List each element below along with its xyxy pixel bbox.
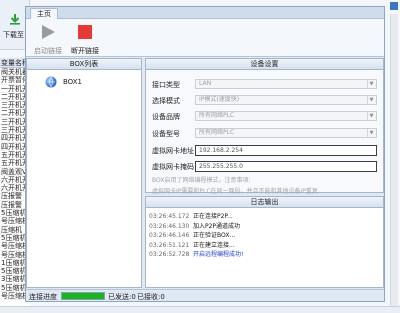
start-connection-label: 启动链接: [34, 47, 62, 55]
download-icon[interactable]: [9, 13, 21, 25]
interface-type-select[interactable]: LAN ▼: [195, 79, 377, 89]
device-settings-header: 设备设置: [146, 59, 383, 70]
device-brand-value: 所有网络PLC: [199, 112, 235, 119]
virtual-nic-mask-input[interactable]: 255.255.255.0: [195, 161, 377, 172]
device-brand-label: 设备品牌: [152, 113, 180, 121]
log-timestamp: 03:26:51.121: [149, 241, 190, 249]
box-item-label: BOX1: [63, 78, 82, 86]
chevron-down-icon: ▼: [367, 112, 375, 120]
sent-count: 已发送:0: [108, 293, 136, 301]
select-mode-select[interactable]: IP模式(速度快) ▼: [195, 95, 377, 105]
device-brand-select[interactable]: 所有网络PLC ▼: [195, 111, 377, 121]
start-connection-button[interactable]: 启动链接: [32, 22, 64, 55]
received-count: 已接收:0: [137, 293, 165, 301]
box-list-panel: BOX列表 BOX1: [26, 58, 142, 288]
connection-progress-fill: [62, 293, 104, 299]
log-message: 正在连接P2P...: [193, 213, 233, 220]
virtual-nic-address-input[interactable]: 192.168.2.254: [195, 145, 377, 156]
globe-icon: [45, 76, 57, 88]
connection-progress-bar: [61, 292, 105, 300]
log-message: 正在验证BOX...: [193, 232, 236, 239]
tab-strip: 主页: [26, 7, 384, 19]
interface-type-label: 接口类型: [152, 81, 180, 89]
stop-icon: [78, 25, 92, 39]
device-model-label: 设备型号: [152, 130, 180, 138]
log-timestamp: 03:26:46.130: [149, 222, 190, 230]
log-timestamp: 03:26:45.172: [149, 213, 190, 220]
log-message: 开启远程编程成功!: [193, 251, 244, 258]
status-bar: 连接进度 已发送:0 已接收:0: [26, 289, 384, 301]
log-timestamp: 03:26:46.146: [149, 232, 190, 239]
stop-connection-label: 断开链接: [71, 47, 99, 55]
virtual-nic-address-label: 虚拟网卡地址: [152, 147, 194, 155]
stop-connection-button[interactable]: 断开链接: [67, 22, 103, 55]
select-mode-value: IP模式(速度快): [199, 96, 240, 103]
log-entry: 03:26:46.130 加入P2P通道成功: [149, 222, 243, 232]
virtual-nic-mask-label: 虚拟网卡掩码: [152, 163, 194, 171]
log-entry: 03:26:52.728 开启远程编程成功!: [149, 250, 243, 260]
log-entry: 03:26:45.172 正在连接P2P...: [149, 212, 243, 222]
log-lines: 03:26:45.172 正在连接P2P... 03:26:46.130 加入P2P通…: [149, 212, 243, 260]
log-timestamp: 03:26:52.728: [149, 251, 190, 258]
device-settings-panel: 设备设置 接口类型 LAN ▼ 选择模式 IP模式(速度快) ▼ 设备品牌 所有…: [145, 58, 384, 195]
box-list-header: BOX列表: [27, 59, 141, 70]
device-model-value: 所有网络PLC: [199, 129, 235, 136]
log-entry: 03:26:46.146 正在验证BOX...: [149, 231, 243, 241]
bg-scrollbar[interactable]: [390, 14, 398, 306]
device-model-select[interactable]: 所有网络PLC ▼: [195, 128, 377, 138]
connection-progress-label: 连接进度: [29, 293, 57, 301]
settings-note-body: 虚拟网卡IP需要和PLC在同一网段，并且不能和其他设备IP重复: [152, 188, 318, 195]
ribbon: 启动链接 断开链接: [26, 19, 384, 57]
select-mode-label: 选择模式: [152, 97, 180, 105]
remote-programming-dialog: 主页 启动链接 断开链接 BOX列表 BOX1 设备设置 接口类型 LAN ▼ …: [25, 6, 385, 302]
chevron-down-icon: ▼: [367, 96, 375, 104]
bg-right-icon[interactable]: [390, 2, 398, 10]
log-output-header: 日志输出: [146, 197, 383, 208]
tab-home[interactable]: 主页: [30, 8, 58, 19]
log-message: 加入P2P通道成功: [193, 222, 241, 230]
interface-type-value: LAN: [199, 80, 212, 87]
log-output-panel: 日志输出 03:26:45.172 正在连接P2P... 03:26:46.130 加…: [145, 196, 384, 288]
log-message: 正在建立连接...: [193, 241, 235, 249]
log-entry: 03:26:51.121 正在建立连接...: [149, 241, 243, 251]
settings-note-title: BOX启用了网络编程模式，注意事项:: [152, 177, 251, 184]
bg-bottom-bar: [0, 306, 400, 313]
chevron-down-icon: ▼: [367, 129, 375, 137]
chevron-down-icon: ▼: [367, 80, 375, 88]
play-icon: [42, 25, 55, 39]
download-label[interactable]: 下载至: [3, 30, 24, 40]
